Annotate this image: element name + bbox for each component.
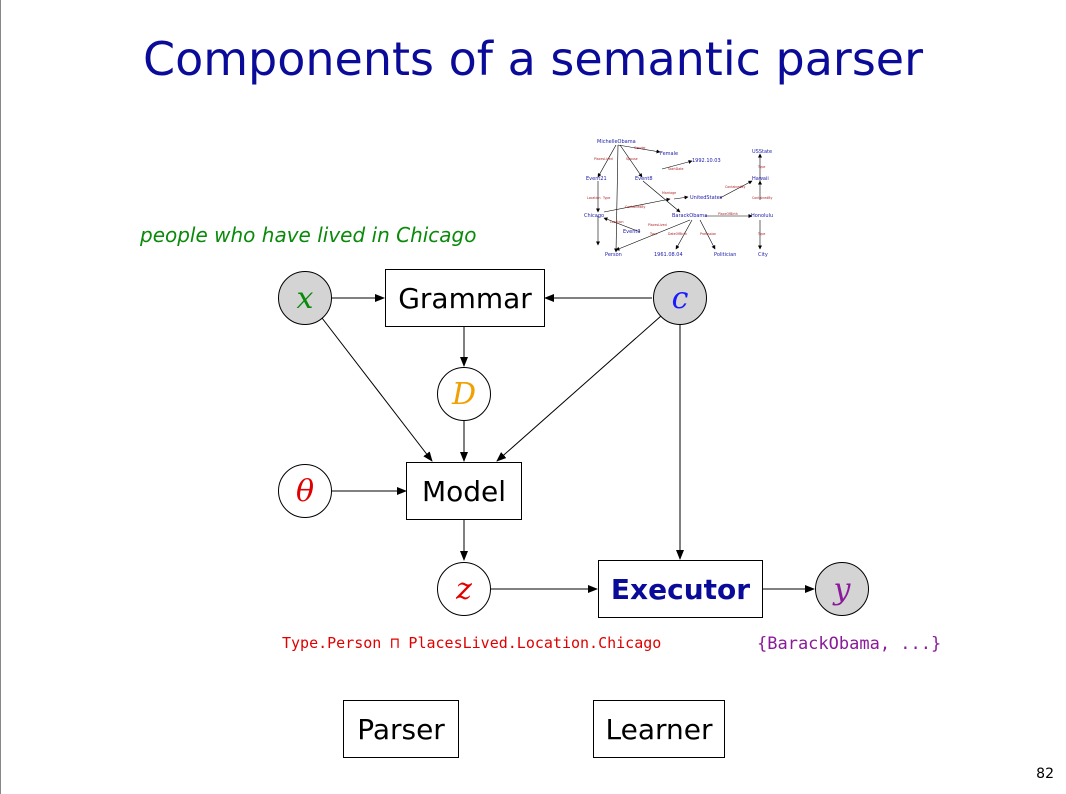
kg-edge-label: Type [757,165,765,169]
kg-node-label: Hawaii [752,176,769,182]
kg-edge-label: Marriage [662,191,676,195]
kg-node-label: Event3 [623,229,641,235]
node-y: y [815,562,869,616]
kg-node-label: City [758,252,768,258]
kg-edge-label: Location [587,196,600,200]
kg-node-label: Person [605,252,622,258]
kg-edge-label: ContainedBy [752,196,772,200]
kg-node-label: 1961.08.04 [654,252,683,258]
node-theta: θ [278,464,332,518]
kg-edge-label: Type [649,232,657,236]
kg-node-label: USState [752,149,772,155]
kg-edge-label: Profession [700,232,716,236]
kg-edge-label: PlacesLived [594,157,613,161]
edge-x-model [321,317,433,462]
kg-node-label: Politician [714,252,736,258]
kg-edge-label: PlacesLived [648,223,667,227]
page-number: 82 [1036,766,1054,782]
kg-edge-label: Location [610,220,623,224]
kg-node-label: Female [660,151,678,157]
knowledge-graph: MichelleObama Female 1992.10.03 USState … [584,139,773,258]
kg-edge-label: ContainedBy [725,185,745,189]
kg-edge-label: DateOfBirth [668,232,687,236]
denotation: {BarackObama, ...} [757,634,942,654]
node-z: z [437,562,491,616]
kg-node-label: Chicago [584,213,604,219]
logical-form: Type.Person ⊓ PlacesLived.Location.Chica… [282,634,662,652]
node-x: x [278,271,332,325]
kg-node-label: 1992.10.03 [692,158,721,164]
diagram-edges [321,294,815,593]
edge-c-model [496,315,662,462]
learner-box: Learner [593,700,725,758]
kg-node-label: Event8 [635,176,653,182]
kg-edge-label: StartDate [668,167,683,171]
kg-edge-label: PlaceOfBirth [718,212,738,216]
kg-node-label: MichelleObama [597,139,636,145]
kg-edge-label: ContainedBy [625,205,645,209]
node-d: D [437,367,491,421]
parser-box: Parser [343,700,459,758]
executor-box: Executor [598,560,763,618]
kg-edge-label: Type [757,232,765,236]
grammar-box: Grammar [385,269,545,327]
kg-node-label: BarackObama [672,213,707,219]
kg-node-label: Event21 [586,176,607,182]
kg-node-label: Honolulu [751,213,773,219]
node-c: c [653,271,707,325]
model-box: Model [406,462,522,520]
kg-edge-label: Type [602,196,610,200]
kg-node-label: UnitedStates [690,195,723,201]
kg-edge-label: Gender [634,146,646,150]
kg-edge-label: Spouse [626,157,638,161]
